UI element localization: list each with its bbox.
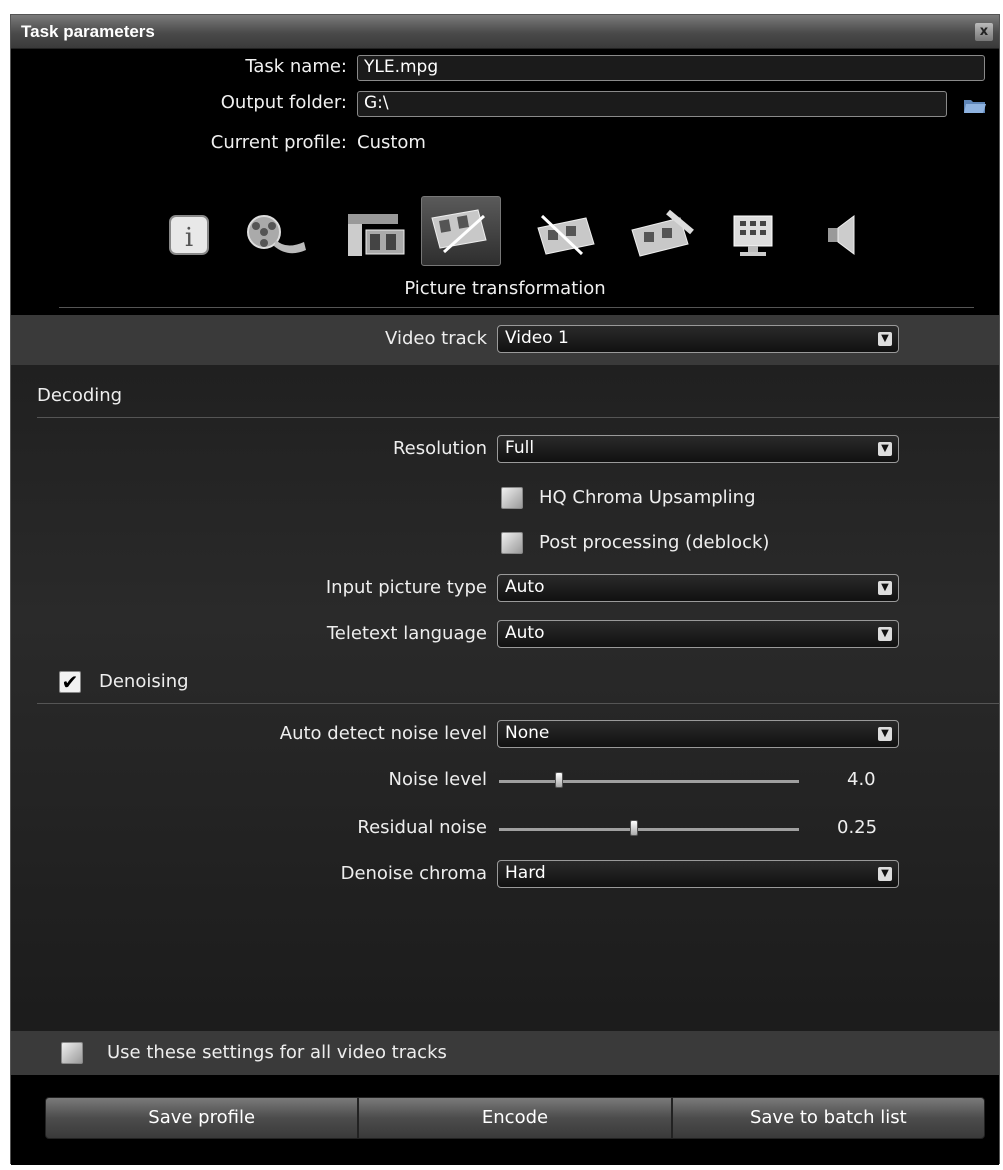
- info-icon[interactable]: i: [149, 200, 229, 270]
- denoising-checkbox[interactable]: ✔: [59, 671, 81, 693]
- input-picture-type-select[interactable]: Auto ▼: [497, 574, 899, 602]
- denoising-title: Denoising: [99, 671, 189, 692]
- output-folder-label: Output folder:: [220, 92, 347, 113]
- chevron-down-icon: ▼: [878, 581, 892, 595]
- output-folder-field[interactable]: G:\: [357, 91, 947, 117]
- residual-noise-slider[interactable]: [499, 828, 799, 831]
- video-track-label: Video track: [385, 328, 487, 349]
- film-reel-icon[interactable]: [237, 200, 317, 270]
- all-tracks-checkbox[interactable]: [61, 1042, 83, 1064]
- input-picture-type-label: Input picture type: [325, 577, 487, 598]
- noise-level-slider[interactable]: [499, 780, 799, 783]
- resolution-value: Full: [505, 438, 535, 458]
- denoise-chroma-value: Hard: [505, 863, 546, 883]
- teletext-language-select[interactable]: Auto ▼: [497, 620, 899, 648]
- save-to-batch-list-button[interactable]: Save to batch list: [671, 1097, 985, 1139]
- divider: [37, 417, 999, 418]
- monitor-icon[interactable]: [713, 200, 793, 270]
- chevron-down-icon: ▼: [878, 727, 892, 741]
- decoding-title: Decoding: [37, 385, 123, 406]
- auto-detect-noise-select[interactable]: None ▼: [497, 720, 899, 748]
- denoise-chroma-label: Denoise chroma: [340, 863, 487, 884]
- settings-panel: Video track Video 1 ▼ Decoding Resolutio…: [11, 315, 999, 1075]
- post-processing-checkbox[interactable]: [501, 532, 523, 554]
- task-header: Task name: YLE.mpg Output folder: G:\ Cu…: [11, 50, 999, 315]
- encode-button[interactable]: Encode: [358, 1097, 672, 1139]
- noise-level-value: 4.0: [847, 769, 876, 790]
- current-profile-value: Custom: [357, 132, 426, 153]
- noise-level-label: Noise level: [388, 769, 487, 790]
- task-parameters-window: Task parameters x Task name: YLE.mpg Out…: [10, 14, 1000, 1165]
- all-tracks-label: Use these settings for all video tracks: [107, 1042, 447, 1063]
- divider: [37, 703, 999, 704]
- folder-icon[interactable]: [963, 96, 987, 114]
- residual-noise-slider-handle[interactable]: [630, 820, 638, 836]
- auto-detect-noise-label: Auto detect noise level: [279, 723, 487, 744]
- residual-noise-value: 0.25: [837, 817, 878, 838]
- speaker-icon[interactable]: [803, 200, 883, 270]
- divider: [59, 307, 974, 308]
- noise-level-slider-handle[interactable]: [555, 772, 563, 788]
- video-track-value: Video 1: [505, 328, 569, 348]
- section-caption: Picture transformation: [404, 278, 606, 299]
- picture-transformation-icon[interactable]: [421, 196, 501, 266]
- action-bar: Save profile Encode Save to batch list: [11, 1075, 999, 1165]
- chevron-down-icon: ▼: [878, 627, 892, 641]
- film-clamp-icon[interactable]: [335, 200, 415, 270]
- chevron-down-icon: ▼: [878, 332, 892, 346]
- film-edit-icon[interactable]: [527, 200, 607, 270]
- task-name-field[interactable]: YLE.mpg: [357, 55, 985, 81]
- resolution-label: Resolution: [392, 438, 487, 459]
- chevron-down-icon: ▼: [878, 867, 892, 881]
- residual-noise-label: Residual noise: [357, 817, 487, 838]
- post-processing-label: Post processing (deblock): [539, 532, 770, 553]
- input-picture-type-value: Auto: [505, 577, 545, 597]
- chevron-down-icon: ▼: [878, 442, 892, 456]
- film-ruler-icon[interactable]: [623, 200, 703, 270]
- window-title: Task parameters: [21, 22, 155, 41]
- hq-chroma-label: HQ Chroma Upsampling: [539, 487, 756, 508]
- title-bar: Task parameters x: [11, 15, 999, 49]
- button-row: Save profile Encode Save to batch list: [45, 1097, 985, 1139]
- denoise-chroma-select[interactable]: Hard ▼: [497, 860, 899, 888]
- task-name-label: Task name:: [245, 56, 347, 77]
- save-profile-button[interactable]: Save profile: [45, 1097, 359, 1139]
- close-icon[interactable]: x: [975, 23, 993, 41]
- video-track-select[interactable]: Video 1 ▼: [497, 325, 899, 353]
- current-profile-label: Current profile:: [210, 132, 347, 153]
- hq-chroma-checkbox[interactable]: [501, 487, 523, 509]
- teletext-language-label: Teletext language: [326, 623, 487, 644]
- resolution-select[interactable]: Full ▼: [497, 435, 899, 463]
- auto-detect-noise-value: None: [505, 723, 550, 743]
- teletext-language-value: Auto: [505, 623, 545, 643]
- svg-text:i: i: [185, 223, 193, 253]
